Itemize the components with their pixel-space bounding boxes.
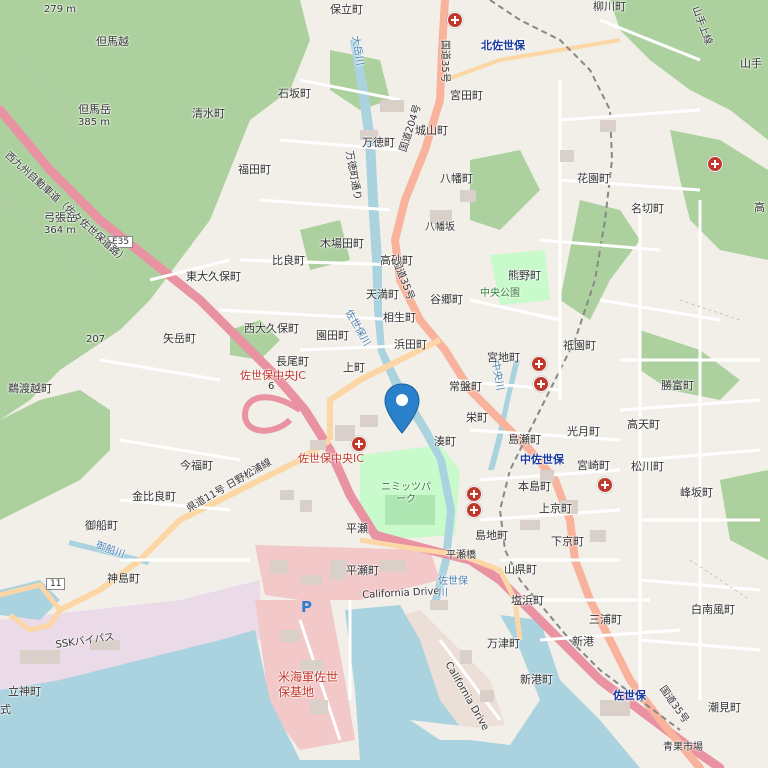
town-label: 神島町 [107, 572, 140, 585]
town-label: 祇園町 [563, 339, 596, 352]
town-label: 栄町 [466, 411, 488, 424]
road-label: 国道35号 [439, 40, 450, 83]
town-label: 青果市場 [663, 742, 703, 753]
road-shield-6: 6 [268, 381, 275, 392]
town-label: 名切町 [631, 202, 664, 215]
town-label: 峰坂町 [680, 486, 713, 499]
road-label: 八幡坂 [425, 222, 455, 233]
town-label: 三浦町 [589, 613, 622, 626]
town-label: 本島町 [518, 480, 551, 493]
town-label: 島地町 [475, 529, 508, 542]
town-label: 浜田町 [394, 338, 427, 351]
town-label: 今福町 [180, 459, 213, 472]
town-label: 上京町 [539, 502, 572, 515]
town-label: 下京町 [551, 535, 584, 548]
hospital-icon[interactable] [447, 12, 463, 28]
station-label[interactable]: 北佐世保 [481, 40, 525, 52]
town-label: 天満町 [366, 288, 399, 301]
town-label: 宮地町 [487, 351, 520, 364]
town-label: 勝富町 [661, 379, 694, 392]
interchange-label: 佐世保中央IC [298, 452, 364, 465]
town-label: 御船町 [85, 519, 118, 532]
park-label: ニミッツパーク [381, 482, 431, 505]
town-label: 万徳町 [362, 136, 395, 149]
town-label: 立神町 [8, 685, 41, 698]
town-label: 潮見町 [708, 701, 741, 714]
hospital-icon[interactable] [707, 156, 723, 172]
location-pin-icon[interactable] [384, 383, 420, 435]
town-label: 塩浜町 [511, 594, 544, 607]
town-label: 新港町 [520, 673, 553, 686]
interchange-label: 佐世保中央JC [240, 369, 306, 382]
peak-elevation: 364 m [44, 225, 77, 236]
town-label: 式 [0, 703, 11, 716]
road-label: 平瀬橋 [446, 550, 476, 561]
hospital-icon[interactable] [466, 486, 482, 502]
elevation-label: 279 m [44, 4, 77, 15]
town-label: 松川町 [631, 460, 664, 473]
town-label: 保立町 [330, 3, 363, 16]
town-label: 清水町 [192, 107, 225, 120]
hospital-icon[interactable] [531, 356, 547, 372]
town-label: 宮田町 [450, 89, 483, 102]
town-label: 東大久保町 [186, 270, 241, 283]
base-label: 米海軍佐世保基地 [278, 670, 339, 699]
town-label: 白南風町 [691, 603, 735, 616]
town-label: 花園町 [577, 172, 610, 185]
town-label: 新港 [572, 635, 594, 648]
town-label: 光月町 [567, 425, 600, 438]
town-label: 石坂町 [278, 87, 311, 100]
town-label: 金比良町 [132, 490, 176, 503]
town-label: 木場田町 [320, 237, 364, 250]
town-label: 相生町 [383, 311, 416, 324]
town-label: 平瀬町 [346, 564, 379, 577]
town-label: 柳川町 [593, 0, 626, 13]
town-label: 矢岳町 [163, 332, 196, 345]
map-canvas[interactable]: P 279 m 但馬越 但馬岳 385 m 弓張岳 364 m 207 E35 … [0, 0, 768, 768]
town-label: 宮崎町 [577, 459, 610, 472]
town-label: 鵜渡越町 [8, 382, 52, 395]
town-label: 高天町 [627, 418, 660, 431]
town-label: 上町 [343, 361, 365, 374]
peak-label: 但馬越 [96, 35, 129, 48]
river-label: 佐世保川 [438, 576, 468, 599]
town-label: 島瀬町 [508, 433, 541, 446]
road-shield-11: 11 [46, 578, 66, 590]
town-label: 常盤町 [449, 380, 482, 393]
town-label: 山県町 [504, 563, 537, 576]
peak-elevation: 385 m [78, 117, 111, 128]
station-label[interactable]: 中佐世保 [520, 454, 564, 466]
town-label: 比良町 [272, 254, 305, 267]
town-label: 長尾町 [276, 355, 309, 368]
town-label: 谷郷町 [430, 293, 463, 306]
town-label: 高砂町 [380, 254, 413, 267]
hospital-icon[interactable] [351, 436, 367, 452]
town-label: 山手 [740, 57, 762, 70]
town-label: 城山町 [415, 124, 448, 137]
town-label: 湊町 [434, 435, 456, 448]
town-label: 園田町 [316, 329, 349, 342]
station-label[interactable]: 佐世保 [613, 690, 646, 702]
town-label: 万津町 [487, 637, 520, 650]
town-label: 平瀬 [346, 522, 368, 535]
town-label: 高 [754, 201, 765, 214]
park-label: 中央公園 [480, 288, 520, 299]
town-label: 福田町 [238, 163, 271, 176]
peak-label: 但馬岳 [78, 103, 111, 116]
hospital-icon[interactable] [466, 502, 482, 518]
peak-label: 207 [86, 334, 106, 345]
hospital-icon[interactable] [597, 477, 613, 493]
town-label: 熊野町 [508, 269, 541, 282]
town-label: 八幡町 [440, 172, 473, 185]
parking-icon: P [301, 598, 312, 616]
hospital-icon[interactable] [533, 376, 549, 392]
town-label: 西大久保町 [244, 322, 299, 335]
